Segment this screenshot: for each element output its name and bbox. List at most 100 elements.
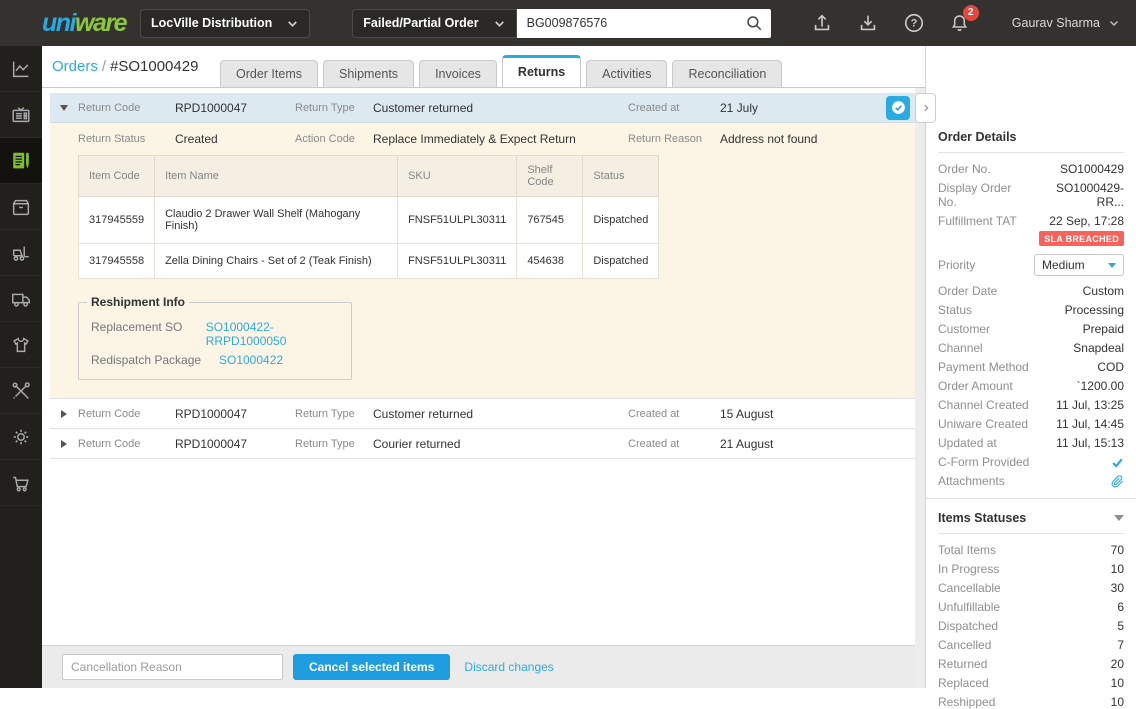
tools-icon bbox=[12, 381, 30, 399]
return-row-expanded[interactable]: Return Code RPD1000047 Return Type Custo… bbox=[50, 93, 915, 123]
facility-selector[interactable]: LocVille Distribution bbox=[139, 8, 311, 38]
expand-caret-icon[interactable] bbox=[50, 439, 78, 448]
sidebar-item-tools[interactable] bbox=[0, 368, 42, 414]
inventory-box-icon bbox=[12, 199, 30, 215]
item-code-cell: 317945559 bbox=[77, 196, 156, 244]
detail-row-customer: Customer Prepaid bbox=[938, 322, 1124, 336]
tab-activities[interactable]: Activities bbox=[586, 60, 668, 87]
search-icon[interactable] bbox=[745, 14, 763, 32]
detail-row-payment-method: Payment Method COD bbox=[938, 360, 1124, 374]
search-filter-label: Failed/Partial Order bbox=[363, 16, 479, 30]
item-name-cell: Claudio 2 Drawer Wall Shelf (Mahogany Fi… bbox=[154, 196, 399, 244]
help-icon[interactable]: ? bbox=[891, 12, 937, 34]
cancel-selected-items-button[interactable]: Cancel selected items bbox=[293, 654, 451, 680]
uniware-logo[interactable]: uniware bbox=[42, 9, 127, 38]
breadcrumb: Orders / #SO1000429 bbox=[52, 58, 198, 75]
attachment-paperclip-icon[interactable] bbox=[1111, 474, 1124, 488]
sidebar-item-channels[interactable] bbox=[0, 92, 42, 138]
tab-invoices[interactable]: Invoices bbox=[419, 60, 497, 87]
status-row-cancelled: Cancelled 7 bbox=[938, 638, 1124, 652]
priority-value: Medium bbox=[1042, 258, 1085, 272]
sku-cell: FNSF51ULPL30311 bbox=[397, 243, 518, 279]
left-nav-sidebar bbox=[0, 46, 42, 688]
replacement-so-link[interactable]: SO1000422-RRPD1000050 bbox=[206, 320, 339, 348]
action-code-label: Action Code bbox=[295, 133, 355, 145]
order-details-title: Order Details bbox=[938, 130, 1124, 153]
chevron-down-icon bbox=[1108, 262, 1116, 268]
created-at-value: 21 July bbox=[720, 100, 759, 115]
cancellation-reason-input[interactable] bbox=[62, 654, 283, 680]
tab-order-items[interactable]: Order Items bbox=[220, 60, 318, 87]
shelf-code-cell: 767545 bbox=[516, 196, 584, 244]
channels-tv-icon bbox=[12, 106, 30, 122]
return-type-label: Return Type bbox=[295, 101, 355, 114]
created-at-value: 21 August bbox=[720, 436, 774, 451]
return-items-table: Item Code Item Name SKU Shelf Code Statu… bbox=[77, 155, 660, 279]
breadcrumb-orders-link[interactable]: Orders bbox=[52, 58, 98, 75]
tab-reconciliation[interactable]: Reconciliation bbox=[672, 60, 783, 87]
download-icon[interactable] bbox=[845, 12, 891, 34]
tab-returns[interactable]: Returns bbox=[501, 55, 582, 87]
return-code-label: Return Code bbox=[78, 437, 141, 450]
return-type-label: Return Type bbox=[295, 437, 355, 450]
sidebar-item-inventory[interactable] bbox=[0, 184, 42, 230]
search-input[interactable] bbox=[516, 16, 745, 30]
sidebar-item-fulfillment[interactable] bbox=[0, 230, 42, 276]
return-row-collapsed[interactable]: Return Code RPD1000047 Return Type Custo… bbox=[50, 399, 915, 429]
svg-text:?: ? bbox=[910, 18, 917, 30]
priority-select[interactable]: Medium bbox=[1034, 254, 1124, 276]
panel-gap bbox=[915, 88, 925, 688]
detail-row-order-date: Order Date Custom bbox=[938, 284, 1124, 298]
sidebar-item-settings[interactable] bbox=[0, 414, 42, 460]
created-at-label: Created at bbox=[628, 437, 680, 450]
chevron-down-icon bbox=[494, 20, 504, 27]
redispatch-package-link[interactable]: SO1000422 bbox=[219, 353, 283, 367]
cancellation-footer-bar: Cancel selected items Discard changes bbox=[42, 645, 915, 688]
detail-row-status: Status Processing bbox=[938, 303, 1124, 317]
sidebar-item-analytics[interactable] bbox=[0, 46, 42, 92]
tab-shipments[interactable]: Shipments bbox=[323, 60, 415, 87]
discard-changes-link[interactable]: Discard changes bbox=[464, 660, 553, 674]
item-name-cell: Zella Dining Chairs - Set of 2 (Teak Fin… bbox=[154, 243, 399, 279]
sla-badge-row: SLA BREACHED bbox=[938, 231, 1124, 246]
status-row-dispatched: Dispatched 5 bbox=[938, 619, 1124, 633]
detail-row-priority: Priority Medium bbox=[938, 254, 1124, 276]
column-header: Item Code bbox=[77, 155, 156, 197]
return-code-value: RPD1000047 bbox=[175, 406, 248, 421]
user-name: Gaurav Sharma bbox=[1011, 16, 1100, 30]
column-header: Status bbox=[582, 155, 660, 197]
order-details-panel: Order Details Order No. SO1000429 Display… bbox=[915, 46, 1136, 709]
sidebar-item-products[interactable] bbox=[0, 322, 42, 368]
return-type-value: Customer returned bbox=[373, 100, 474, 115]
sku-cell: FNSF51ULPL30311 bbox=[397, 196, 518, 244]
approve-return-button[interactable] bbox=[886, 95, 910, 120]
return-row-collapsed[interactable]: Return Code RPD1000047 Return Type Couri… bbox=[50, 429, 915, 459]
detail-row-channel: Channel Snapdeal bbox=[938, 341, 1124, 355]
expand-caret-icon[interactable] bbox=[50, 409, 78, 418]
created-at-value: 15 August bbox=[720, 406, 774, 421]
shelf-code-cell: 454638 bbox=[516, 243, 584, 279]
collapse-caret-icon[interactable] bbox=[1114, 515, 1124, 521]
sidebar-item-orders[interactable] bbox=[0, 138, 42, 184]
upload-icon[interactable] bbox=[799, 12, 845, 34]
collapse-caret-icon[interactable] bbox=[50, 104, 78, 111]
created-at-label: Created at bbox=[628, 407, 680, 420]
chevron-right-icon bbox=[923, 104, 929, 112]
sidebar-item-dispatch[interactable] bbox=[0, 276, 42, 322]
chevron-down-icon bbox=[288, 20, 298, 27]
return-code-value: RPD1000047 bbox=[175, 100, 248, 115]
analytics-icon bbox=[12, 61, 29, 77]
section-divider bbox=[926, 498, 1136, 499]
notifications-bell-icon[interactable]: 2 bbox=[937, 4, 983, 34]
chevron-down-icon bbox=[1109, 20, 1119, 27]
breadcrumb-separator: / bbox=[101, 58, 107, 75]
user-menu[interactable]: Gaurav Sharma bbox=[1012, 16, 1120, 30]
search-filter-dropdown[interactable]: Failed/Partial Order bbox=[352, 8, 517, 38]
return-type-value: Courier returned bbox=[373, 436, 461, 451]
column-header: SKU bbox=[397, 155, 518, 197]
detail-row-attachments: Attachments bbox=[938, 474, 1124, 488]
sidebar-item-purchase[interactable] bbox=[0, 460, 42, 506]
status-row-unfulfillable: Unfulfillable 6 bbox=[938, 600, 1124, 614]
panel-collapse-handle[interactable] bbox=[915, 93, 936, 123]
action-code-value: Replace Immediately & Expect Return bbox=[373, 132, 576, 146]
